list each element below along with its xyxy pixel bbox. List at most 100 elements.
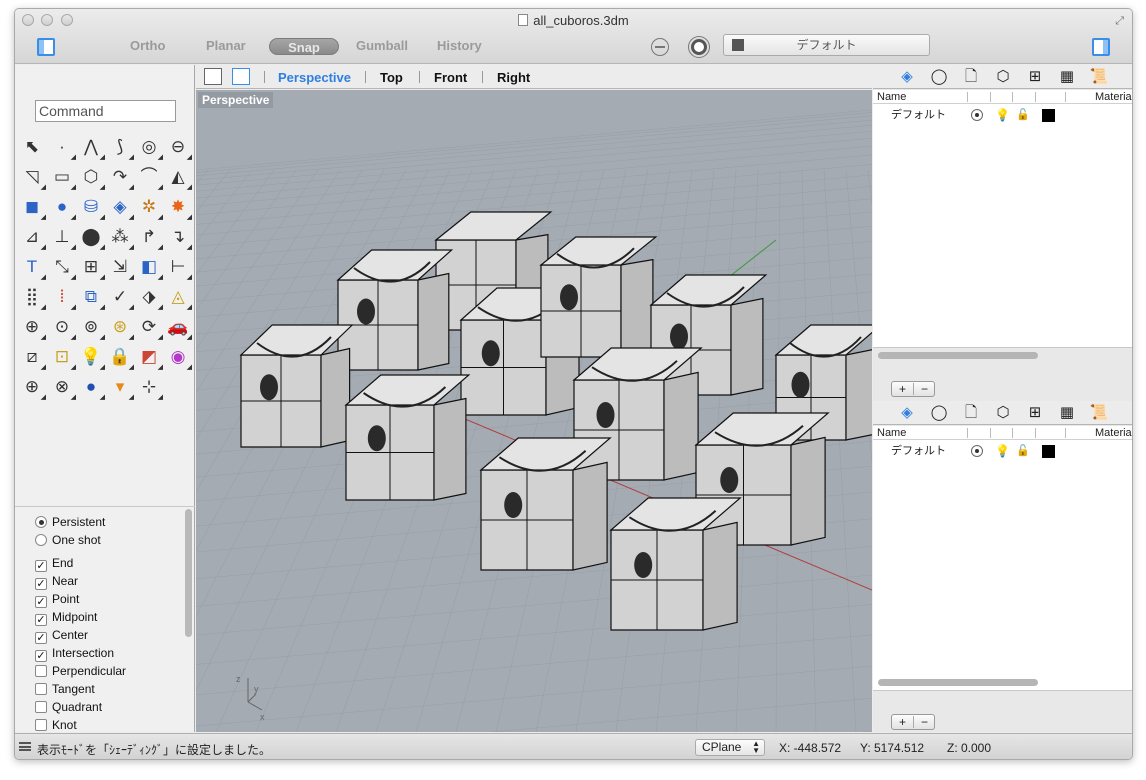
osnap-scrollbar[interactable] <box>185 509 192 637</box>
select-objects-icon[interactable]: ⊡ ◢ <box>50 345 76 371</box>
cylinder-solid-icon[interactable]: ⛁ ◢ <box>79 195 105 221</box>
material-column-header[interactable]: Materia <box>1095 90 1132 104</box>
notes-tab-icon[interactable]: 🗋 <box>961 68 981 86</box>
ellipse-icon[interactable]: ⊖ ◢ <box>166 135 192 161</box>
explode-icon[interactable]: ✸ ◢ <box>166 195 192 221</box>
sphere-solid-icon[interactable]: ● ◢ <box>50 195 76 221</box>
viewports-tab-icon[interactable]: ⊞ <box>1025 404 1045 422</box>
grid-array-icon[interactable]: ⣿ ◢ <box>20 285 46 311</box>
curve-icon[interactable]: ⟆ ◢ <box>108 135 134 161</box>
checkbox-checked-icon[interactable]: ✓ <box>35 560 47 572</box>
split-icon[interactable]: ⊿ ◢ <box>20 225 46 251</box>
move-icon[interactable]: ⤡ ◢ <box>50 255 76 281</box>
circle-icon[interactable]: ◎ ◢ <box>137 135 163 161</box>
object-tab-icon[interactable]: ⬡ <box>993 68 1013 86</box>
history-tab-icon[interactable]: 📜 <box>1089 404 1109 422</box>
fillet-curve-icon[interactable]: ↷ ◢ <box>108 165 134 191</box>
layer-name[interactable]: デフォルト <box>891 442 946 460</box>
single-viewport-icon[interactable] <box>232 68 250 85</box>
point-icon[interactable]: · ◢ <box>50 135 76 161</box>
add-layer-button[interactable]: + <box>892 382 913 396</box>
radio-selected-icon[interactable] <box>35 516 47 528</box>
snap-button[interactable]: Snap <box>269 38 339 55</box>
render-tab-icon[interactable]: ▦ <box>1057 68 1077 86</box>
ortho-button[interactable]: Ortho <box>130 38 165 53</box>
layers-tab-icon[interactable]: ◈ <box>897 68 917 86</box>
name-column-header[interactable]: Name <box>877 90 906 104</box>
select-arrow-icon[interactable]: ⬉ <box>20 135 44 159</box>
wireframe-display-icon[interactable]: ⊕ ◢ <box>20 375 46 401</box>
layer-name[interactable]: デフォルト <box>891 106 946 124</box>
layer-state-icon[interactable]: ◩ ◢ <box>137 345 163 371</box>
remove-layer-button[interactable]: − <box>914 715 935 729</box>
object-tab-icon[interactable]: ⬡ <box>993 404 1013 422</box>
osnap-oneshot-radio[interactable]: One shot <box>35 531 101 549</box>
checkbox-checked-icon[interactable]: ✓ <box>35 596 47 608</box>
four-viewports-icon[interactable] <box>204 68 222 85</box>
zoom-selected-icon[interactable]: ⊛ ◢ <box>108 315 134 341</box>
notes-tab-icon[interactable]: 🗋 <box>961 404 981 422</box>
text-object-icon[interactable]: T ◢ <box>20 255 46 281</box>
name-column-header[interactable]: Name <box>877 426 906 440</box>
layers-tab-icon[interactable]: ◈ <box>897 404 917 422</box>
shaded-display-icon[interactable]: ⊗ ◢ <box>50 375 76 401</box>
history-tab-icon[interactable]: 📜 <box>1089 68 1109 86</box>
checkbox-icon[interactable] <box>35 665 47 677</box>
boolean-difference-icon[interactable]: ⁂ ◢ <box>108 225 135 251</box>
boolean-union-icon[interactable]: ⬤ ◢ <box>79 225 105 251</box>
zoom-extents-icon[interactable]: ⊚ ◢ <box>79 315 105 341</box>
properties-tab-icon[interactable]: ◯ <box>929 68 949 86</box>
osnap-end-checkbox[interactable]: ✓ End <box>35 554 73 572</box>
planar-button[interactable]: Planar <box>206 38 246 53</box>
history-tools-icon[interactable]: ⊹ ◢ <box>137 375 163 401</box>
arc-icon[interactable]: ◹ ◢ <box>20 165 46 191</box>
lock-icon[interactable]: 🔓 <box>1016 442 1030 460</box>
history-button[interactable]: History <box>437 38 482 53</box>
analyze-icon[interactable]: ⧉ ◢ <box>79 285 105 311</box>
zoom-icon[interactable]: ⊕ ◢ <box>20 315 46 341</box>
light-icon[interactable]: 💡 ◢ <box>79 345 105 371</box>
surface-icon[interactable]: ◈ ◢ <box>108 195 134 221</box>
check-icon[interactable]: ✓ ◢ <box>108 285 134 311</box>
layer-row[interactable]: デフォルト 💡 🔓 <box>873 106 1132 124</box>
render-icon[interactable]: ▾ ◢ <box>108 375 134 401</box>
render-tab-icon[interactable]: ▦ <box>1057 404 1077 422</box>
checkbox-checked-icon[interactable]: ✓ <box>35 650 47 662</box>
rotate-view-icon[interactable]: ⟳ ◢ <box>137 315 163 341</box>
fillet-edge-icon[interactable]: ↴ ◢ <box>166 225 192 251</box>
radio-icon[interactable] <box>35 534 47 546</box>
record-history-icon[interactable] <box>689 37 709 57</box>
cplane-select[interactable]: CPlane ▲ ▼ <box>695 739 765 756</box>
cplane-grid-icon[interactable]: ⧄ ◢ <box>20 345 46 371</box>
osnap-point-checkbox[interactable]: ✓ Point <box>35 590 79 608</box>
layer-color-swatch[interactable] <box>1042 445 1055 458</box>
gear-solid-icon[interactable]: ✲ ◢ <box>137 195 163 221</box>
osnap-quadrant-checkbox[interactable]: Quadrant <box>35 698 102 716</box>
left-sidebar-toggle-icon[interactable] <box>37 38 55 56</box>
osnap-center-checkbox[interactable]: ✓ Center <box>35 626 88 644</box>
menu-icon[interactable] <box>19 742 31 751</box>
lock-icon[interactable]: 🔒 ◢ <box>108 345 134 371</box>
checkbox-icon[interactable] <box>35 683 47 695</box>
lock-icon[interactable]: 🔓 <box>1016 106 1030 124</box>
car-walkabout-icon[interactable]: 🚗 ◢ <box>166 315 192 341</box>
command-input[interactable]: Command <box>35 100 176 122</box>
bulb-icon[interactable]: 💡 <box>995 442 1010 460</box>
dimension-icon[interactable]: ⊢ ◢ <box>166 255 192 281</box>
osnap-near-checkbox[interactable]: ✓ Near <box>35 572 78 590</box>
color-wheel-icon[interactable]: ◉ ◢ <box>166 345 192 371</box>
checkbox-icon[interactable] <box>35 701 47 713</box>
properties-tab-icon[interactable]: ◯ <box>929 404 949 422</box>
polyline-icon[interactable]: ⋀ ◢ <box>79 135 105 161</box>
material-column-header[interactable]: Materia <box>1095 426 1132 440</box>
osnap-midpoint-checkbox[interactable]: ✓ Midpoint <box>35 608 97 626</box>
trim-icon[interactable]: ⊥ ◢ <box>50 225 76 251</box>
right-sidebar-toggle-icon[interactable] <box>1092 38 1110 56</box>
checkbox-checked-icon[interactable]: ✓ <box>35 614 47 626</box>
group-icon[interactable]: ⬗ ◢ <box>137 285 163 311</box>
current-layer-select[interactable]: デフォルト <box>723 34 930 56</box>
edit-curve-icon[interactable]: ⌒ ◢ <box>137 165 164 191</box>
fullscreen-icon[interactable]: ⤢ <box>1115 15 1124 28</box>
gumball-button[interactable]: Gumball <box>356 38 408 53</box>
zoom-window-icon[interactable]: ⊙ ◢ <box>50 315 76 341</box>
